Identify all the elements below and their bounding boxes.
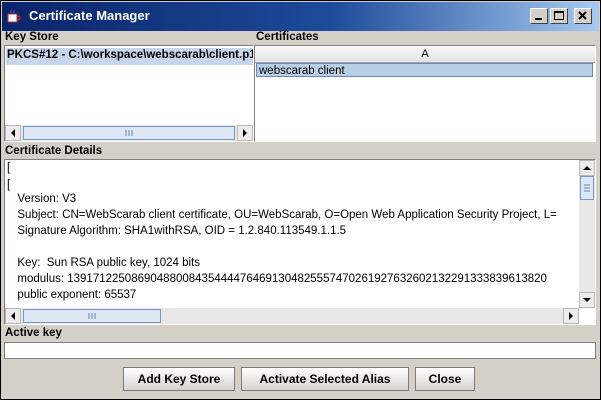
column-header-a[interactable]: A [255, 46, 595, 63]
scroll-right-button[interactable] [563, 308, 579, 324]
scroll-right-button[interactable] [237, 125, 253, 141]
table-row[interactable]: webscarab client [256, 63, 593, 77]
grip-icon [125, 130, 133, 136]
scroll-thumb[interactable] [23, 126, 235, 140]
certificate-manager-window: Certificate Manager Key Store PKCS#12 - … [0, 0, 601, 400]
scroll-left-button[interactable] [5, 125, 21, 141]
close-window-button[interactable] [574, 8, 592, 24]
arrow-down-icon [583, 298, 591, 302]
title-bar[interactable]: Certificate Manager [2, 2, 599, 31]
scroll-thumb[interactable] [580, 176, 594, 200]
detail-line: Key: Sun RSA public key, 1024 bits [11, 257, 201, 269]
activate-selected-alias-button[interactable]: Activate Selected Alias [241, 367, 409, 391]
certificates-label: Certificates [256, 31, 319, 43]
certificates-table[interactable]: A webscarab client [254, 45, 596, 142]
arrow-right-icon [243, 129, 247, 137]
scroll-down-button[interactable] [579, 292, 595, 308]
detail-line: Signature Algorithm: SHA1withRSA, OID = … [11, 225, 347, 237]
minimize-button[interactable] [530, 8, 548, 24]
detail-line: [ [7, 179, 11, 191]
detail-line: public exponent: 65537 [11, 289, 137, 301]
certificate-details-area[interactable]: [ [ Version: V3 Subject: CN=WebScarab cl… [4, 159, 596, 325]
active-key-field[interactable] [4, 342, 596, 359]
java-cup-icon [7, 9, 21, 23]
details-label: Certificate Details [5, 145, 103, 157]
grip-icon [584, 184, 590, 192]
scroll-up-button[interactable] [579, 160, 595, 176]
close-button[interactable]: Close [415, 367, 475, 391]
maximize-button[interactable] [550, 8, 568, 24]
detail-line: modulus: 1391712250869048800843544447646… [11, 273, 547, 285]
add-key-store-button[interactable]: Add Key Store [123, 367, 235, 391]
keystore-list[interactable]: PKCS#12 - C:\workspace\webscarab\client.… [4, 45, 254, 142]
detail-line: Subject: CN=WebScarab client certificate… [11, 209, 557, 221]
arrow-left-icon [11, 312, 15, 320]
keystore-label: Key Store [5, 31, 59, 43]
detail-line: [ [7, 162, 11, 174]
details-vscrollbar[interactable] [579, 160, 595, 308]
maximize-icon [554, 11, 564, 20]
keystore-hscrollbar[interactable] [5, 125, 253, 141]
arrow-left-icon [11, 129, 15, 137]
minimize-icon [535, 18, 542, 20]
detail-line: Version: V3 [11, 193, 77, 205]
close-icon [578, 11, 587, 20]
scroll-thumb[interactable] [23, 309, 161, 323]
active-key-label: Active key [5, 327, 62, 339]
arrow-right-icon [569, 312, 573, 320]
details-hscrollbar[interactable] [5, 308, 579, 324]
arrow-up-icon [583, 166, 591, 170]
grip-icon [88, 313, 96, 319]
scroll-left-button[interactable] [5, 308, 21, 324]
keystore-item[interactable]: PKCS#12 - C:\workspace\webscarab\client.… [7, 49, 253, 61]
window-title: Certificate Manager [29, 8, 150, 23]
